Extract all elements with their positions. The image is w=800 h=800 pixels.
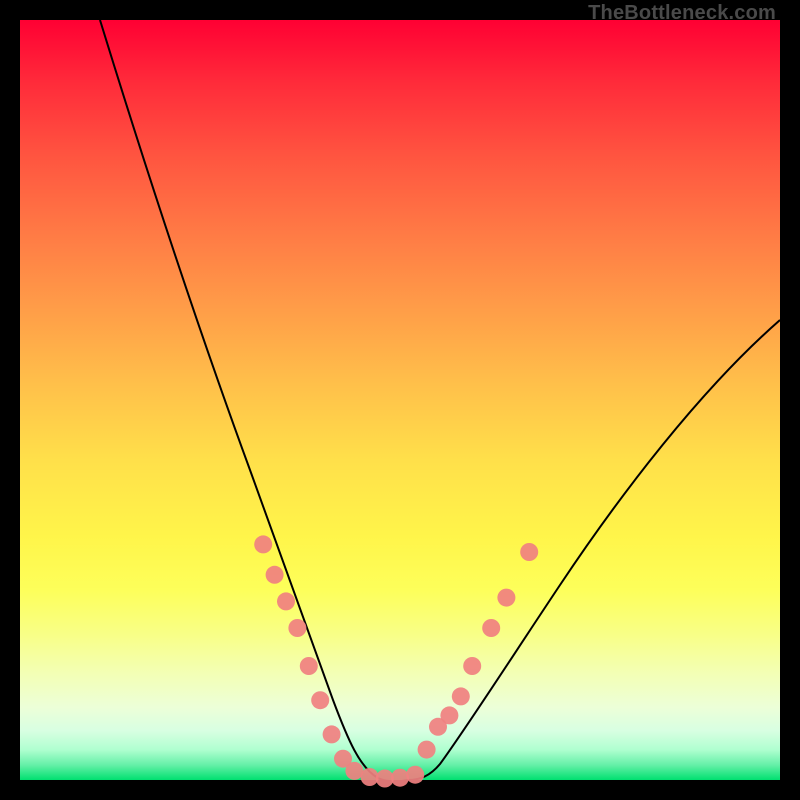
right-branch-curve bbox=[408, 320, 780, 780]
marker-group bbox=[254, 535, 538, 787]
data-marker bbox=[311, 691, 329, 709]
data-marker bbox=[323, 725, 341, 743]
data-marker bbox=[463, 657, 481, 675]
data-marker bbox=[452, 687, 470, 705]
data-marker bbox=[520, 543, 538, 561]
data-marker bbox=[361, 768, 379, 786]
data-marker bbox=[266, 566, 284, 584]
data-marker bbox=[482, 619, 500, 637]
chart-root: TheBottleneck.com bbox=[0, 0, 800, 800]
data-marker bbox=[277, 592, 295, 610]
data-marker bbox=[254, 535, 272, 553]
data-marker bbox=[418, 741, 436, 759]
data-marker bbox=[391, 769, 409, 787]
curve-layer bbox=[20, 20, 780, 780]
data-marker bbox=[406, 766, 424, 784]
data-marker bbox=[300, 657, 318, 675]
left-branch-curve bbox=[100, 20, 408, 781]
data-marker bbox=[288, 619, 306, 637]
data-marker bbox=[440, 706, 458, 724]
data-marker bbox=[497, 589, 515, 607]
